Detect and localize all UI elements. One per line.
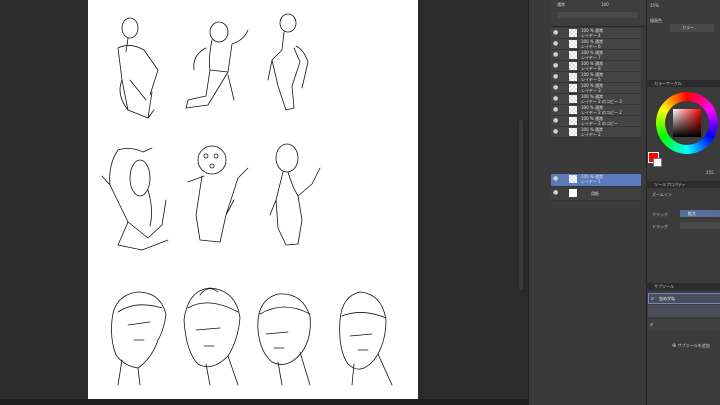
eye-icon[interactable]: ● bbox=[553, 30, 559, 36]
canvas-scrollbar[interactable] bbox=[519, 120, 523, 290]
subtool-item[interactable]: ⌕ bbox=[648, 319, 720, 331]
layer-name: レイヤー 2 bbox=[581, 132, 601, 137]
tool-property-header: ツールプロパティ bbox=[646, 181, 720, 188]
subtool-header: サブツール bbox=[646, 283, 720, 290]
click-value: 拡大 bbox=[688, 211, 696, 216]
eye-icon[interactable]: ● bbox=[553, 118, 559, 124]
layer-thumbnail bbox=[569, 73, 577, 81]
canvas-paper[interactable] bbox=[88, 0, 418, 400]
layer-name: レイヤー 1 bbox=[581, 179, 601, 184]
search-icon: ⌕ bbox=[650, 321, 654, 328]
eye-icon[interactable]: ● bbox=[553, 107, 559, 113]
layer-row[interactable]: ● 100 % 通常 レイヤー 7 bbox=[551, 50, 641, 61]
layer-row[interactable]: ● 100 % 通常 レイヤー 8 bbox=[551, 61, 641, 72]
color-wheel[interactable] bbox=[656, 92, 720, 172]
layer-row[interactable]: ● 100 % 通常 レイヤー 2 のコピー bbox=[551, 116, 641, 127]
layer-name: 用紙 bbox=[591, 191, 599, 196]
tool-name: ズームイン bbox=[652, 192, 672, 197]
color-wheel-header: カラーサークル bbox=[646, 80, 720, 87]
layer-thumbnail bbox=[569, 29, 577, 37]
layer-thumbnail bbox=[569, 175, 577, 183]
layer-row[interactable]: ● 100 % 通常 レイヤー 2 bbox=[551, 127, 641, 138]
layer-name: レイヤー 2 のコピー bbox=[581, 121, 618, 126]
subtool-item-selected[interactable]: ⌕ 虫めがね bbox=[648, 293, 720, 304]
layer-name: レイヤー 8 bbox=[581, 66, 601, 71]
sketch-drawing bbox=[101, 13, 393, 386]
eye-icon[interactable]: ● bbox=[553, 41, 559, 47]
subtool-item-label: 虫めがね bbox=[659, 296, 675, 301]
layer-name: レイヤー 7 bbox=[581, 55, 601, 60]
layer-name: レイヤー 6 bbox=[581, 44, 601, 49]
eye-icon[interactable]: ● bbox=[553, 74, 559, 80]
layer-thumbnail bbox=[569, 189, 577, 197]
color-button[interactable]: カラー bbox=[670, 24, 714, 32]
status-bar bbox=[0, 399, 528, 405]
eye-icon[interactable]: ● bbox=[553, 63, 559, 69]
layer-thumbnail bbox=[569, 84, 577, 92]
layer-thumbnail bbox=[569, 62, 577, 70]
plus-icon: ⊕ bbox=[672, 343, 677, 349]
color-value: 255 bbox=[706, 170, 714, 175]
drag-label: ドラッグ bbox=[652, 224, 668, 229]
eye-icon[interactable]: ● bbox=[553, 52, 559, 58]
layer-row-selected[interactable]: ● 100 % 通常 レイヤー 1 bbox=[551, 174, 641, 187]
opacity-value[interactable]: 100 bbox=[601, 2, 609, 7]
color-button-label: カラー bbox=[682, 25, 694, 30]
layer-thumbnail bbox=[569, 95, 577, 103]
layer-row[interactable]: ● 100 % 通常 レイヤー 4 bbox=[551, 28, 641, 39]
tool-property-title: ツールプロパティ bbox=[654, 182, 686, 187]
layer-row-paper[interactable]: ● 用紙 bbox=[551, 188, 641, 201]
eye-icon[interactable]: ● bbox=[553, 176, 559, 182]
eye-icon[interactable]: ● bbox=[553, 129, 559, 135]
eye-icon[interactable]: ● bbox=[553, 85, 559, 91]
layer-name: レイヤー 3 bbox=[581, 88, 601, 93]
color-mode-label: 描画色 bbox=[650, 18, 662, 23]
navigator-zoom: 15% bbox=[650, 3, 659, 8]
subtool-item[interactable] bbox=[648, 305, 720, 317]
eye-icon[interactable]: ● bbox=[553, 190, 559, 196]
layer-panel-header: 通常 100 bbox=[551, 0, 646, 27]
layer-toolbar bbox=[557, 12, 637, 18]
layer-name: レイヤー 4 bbox=[581, 33, 601, 38]
click-label: クリック bbox=[652, 212, 668, 217]
layer-row[interactable]: ● 100 % 通常 レイヤー 3 bbox=[551, 83, 641, 94]
subtool-title: サブツール bbox=[654, 284, 674, 289]
layer-row[interactable]: ● 100 % 通常 レイヤー 6 bbox=[551, 39, 641, 50]
layer-thumbnail bbox=[569, 51, 577, 59]
add-subtool-label: サブツールを追加 bbox=[677, 343, 710, 348]
layer-name: レイヤー 5 bbox=[581, 77, 601, 82]
drag-value-select[interactable] bbox=[680, 222, 720, 229]
click-value-select[interactable]: 拡大 bbox=[680, 210, 720, 217]
layer-row[interactable]: ● 100 % 通常 レイヤー 2 のコピー 3 bbox=[551, 94, 641, 105]
blend-mode-select[interactable]: 通常 bbox=[557, 2, 565, 8]
layer-name: レイヤー 2 のコピー 3 bbox=[581, 99, 622, 104]
layer-thumbnail bbox=[569, 128, 577, 136]
color-wheel-title: カラーサークル bbox=[654, 81, 682, 86]
layer-name: レイヤー 2 のコピー 2 bbox=[581, 110, 622, 115]
wheel-sub-color[interactable] bbox=[653, 158, 662, 167]
eye-icon[interactable]: ● bbox=[553, 96, 559, 102]
layer-row[interactable]: ● 100 % 通常 レイヤー 2 のコピー 2 bbox=[551, 105, 641, 116]
layer-thumbnail bbox=[569, 106, 577, 114]
layer-row[interactable]: ● 100 % 通常 レイヤー 5 bbox=[551, 72, 641, 83]
layer-thumbnail bbox=[569, 117, 577, 125]
layer-thumbnail bbox=[569, 40, 577, 48]
search-icon: ⌕ bbox=[651, 295, 655, 302]
add-subtool-button[interactable]: ⊕ サブツールを追加 bbox=[672, 343, 710, 349]
